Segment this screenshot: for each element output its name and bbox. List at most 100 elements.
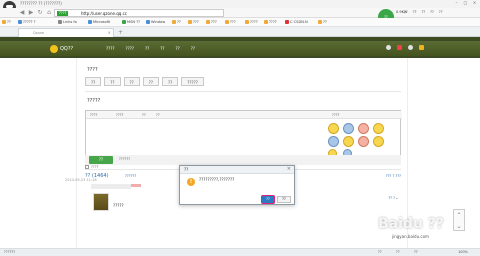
emoji-icon[interactable] <box>373 136 384 147</box>
tool-item[interactable]: ?? <box>430 10 434 14</box>
message-filter[interactable]: ?????? <box>125 174 136 178</box>
emoji-icon[interactable] <box>373 123 384 134</box>
qzone-nav-item[interactable]: ?? <box>191 46 195 51</box>
redacted-bar <box>131 184 141 187</box>
browser-tools: ?? ?? ?? ?? ?? <box>404 10 443 14</box>
vip-crown-icon[interactable] <box>419 45 424 50</box>
compose-tool[interactable]: ???? <box>116 113 123 117</box>
close-icon[interactable]: × <box>287 166 291 172</box>
friend-tag-list: ?? ?? ?? ?? ?? ????? <box>85 77 204 86</box>
window-controls: – □ × <box>450 0 478 8</box>
confirm-button[interactable]: ?? <box>262 196 274 203</box>
bookmark-item[interactable]: Links fo <box>58 20 77 24</box>
publish-row: ?? ?????? <box>85 155 401 165</box>
qzone-star-icon[interactable] <box>50 45 58 53</box>
friend-tag[interactable]: ?? <box>123 77 140 86</box>
emoji-icon[interactable] <box>358 123 369 134</box>
new-tab-icon[interactable]: + <box>118 29 123 36</box>
zoom-level[interactable]: 100% <box>458 250 468 254</box>
browser-tab[interactable]: Qzone × <box>18 28 114 37</box>
settings-icon[interactable] <box>408 45 413 50</box>
compose-tool[interactable]: ?? <box>156 113 160 117</box>
emoji-panel-label[interactable]: ???? <box>332 113 339 117</box>
emoji-icon[interactable] <box>328 136 339 147</box>
compose-tool[interactable]: ???? <box>90 113 97 117</box>
friend-tag[interactable]: ?? <box>85 77 102 86</box>
qzone-nav: ???? ???? ?? ?? ?? ?? <box>106 46 195 51</box>
forward-icon[interactable]: ▶ <box>27 9 35 17</box>
bookmark-item[interactable]: ????? ? <box>18 20 36 24</box>
status-item[interactable]: ?? <box>414 250 418 254</box>
tab-close-icon[interactable]: × <box>108 30 111 35</box>
window-titlebar: ???????? ?? (???????) – □ × <box>0 0 480 14</box>
qzone-nav-item[interactable]: ?? <box>145 46 149 51</box>
url-text[interactable]: http://user.qzone.qq.cc <box>81 11 127 16</box>
publish-option[interactable]: ?????? <box>119 157 130 161</box>
tool-item[interactable]: ?? <box>439 10 443 14</box>
bookmark-icon <box>58 20 62 24</box>
avatar[interactable] <box>93 193 109 211</box>
qzone-nav-item[interactable]: ?? <box>160 46 164 51</box>
bookmark-item[interactable]: ?? <box>172 20 181 24</box>
compose-tool[interactable]: ?? <box>142 113 146 117</box>
pagination[interactable]: ??? ? ??? <box>386 174 401 178</box>
friend-tag[interactable]: ????? <box>181 77 204 86</box>
emoji-icon[interactable] <box>358 136 369 147</box>
emoji-icon[interactable] <box>328 123 339 134</box>
heart-icon[interactable] <box>397 45 402 50</box>
qzone-nav-item[interactable]: ???? <box>106 46 115 51</box>
bookmark-item[interactable]: ??? <box>206 20 217 24</box>
emoji-grid <box>328 123 388 159</box>
bookmark-icon <box>225 20 229 24</box>
cancel-button[interactable]: ?? <box>277 196 291 203</box>
bookmark-item[interactable]: C CSDN.N <box>285 20 308 24</box>
tool-item[interactable]: ?? <box>404 10 408 14</box>
bookmark-item[interactable]: Window <box>146 20 165 24</box>
page-scroll-widget: ⌃ ⌄ <box>453 209 465 231</box>
minimize-button[interactable]: – <box>453 0 460 6</box>
bookmark-item[interactable]: Microsoftl <box>88 20 110 24</box>
status-item[interactable]: ?? <box>378 250 382 254</box>
close-window-button[interactable]: × <box>471 0 478 6</box>
friend-tag[interactable]: ?? <box>104 77 121 86</box>
emoji-icon[interactable] <box>343 136 354 147</box>
chevron-down-icon[interactable]: ⌄ <box>395 195 399 201</box>
tool-item[interactable]: ?? <box>413 10 417 14</box>
address-bar[interactable]: ???? http://user.qzone.qq.cc <box>54 9 224 17</box>
watermark-logo: Baidu ?? <box>378 216 445 232</box>
qzone-navbar: QQ?? ???? ???? ?? ?? ?? ?? <box>0 41 480 56</box>
bookmark-icon <box>245 20 249 24</box>
bookmark-item[interactable]: ?? <box>2 20 11 24</box>
tool-item[interactable]: ?? <box>421 10 425 14</box>
bookmark-item[interactable]: ??? <box>188 20 199 24</box>
bookmark-item[interactable]: MSN ?? <box>122 20 140 24</box>
publish-button[interactable]: ?? <box>89 156 113 164</box>
bookmark-item[interactable]: ???? <box>264 20 277 24</box>
home-icon[interactable]: ⌂ <box>45 9 53 17</box>
redacted-bar <box>91 184 131 189</box>
bookmark-icon <box>318 20 322 24</box>
status-item[interactable]: ?? <box>396 250 400 254</box>
qzone-header: QQ?? ???? ???? ?? ?? ?? ?? <box>0 37 480 58</box>
friend-tag[interactable]: ?? <box>162 77 179 86</box>
dialog-message: ?????????,??????? <box>199 177 235 182</box>
maximize-button[interactable]: □ <box>462 0 469 6</box>
window-title: ???????? ?? (???????) <box>20 1 62 6</box>
bookmark-item[interactable]: ???? <box>245 20 258 24</box>
scroll-up-icon[interactable]: ⌃ <box>454 210 464 221</box>
qzone-nav-item[interactable]: ???? <box>126 46 135 51</box>
friend-tag[interactable]: ?? <box>142 77 159 86</box>
emoji-icon[interactable] <box>343 123 354 134</box>
status-bar: ?????? ?? ?? ?? 100% <box>0 248 480 256</box>
qzone-title[interactable]: QQ?? <box>60 46 73 52</box>
scroll-down-icon[interactable]: ⌄ <box>454 221 464 232</box>
back-icon[interactable]: ◀ <box>18 9 26 17</box>
avatar[interactable] <box>386 45 391 50</box>
bookmark-icon <box>146 20 150 24</box>
qzone-nav-item[interactable]: ?? <box>176 46 180 51</box>
bookmark-item[interactable]: ??? <box>225 20 236 24</box>
friend-section-title: ???? <box>87 67 98 73</box>
refresh-icon[interactable]: ↻ <box>36 9 44 17</box>
bookmark-item[interactable]: ?? <box>318 20 327 24</box>
status-text[interactable]: ?????? <box>4 250 15 254</box>
